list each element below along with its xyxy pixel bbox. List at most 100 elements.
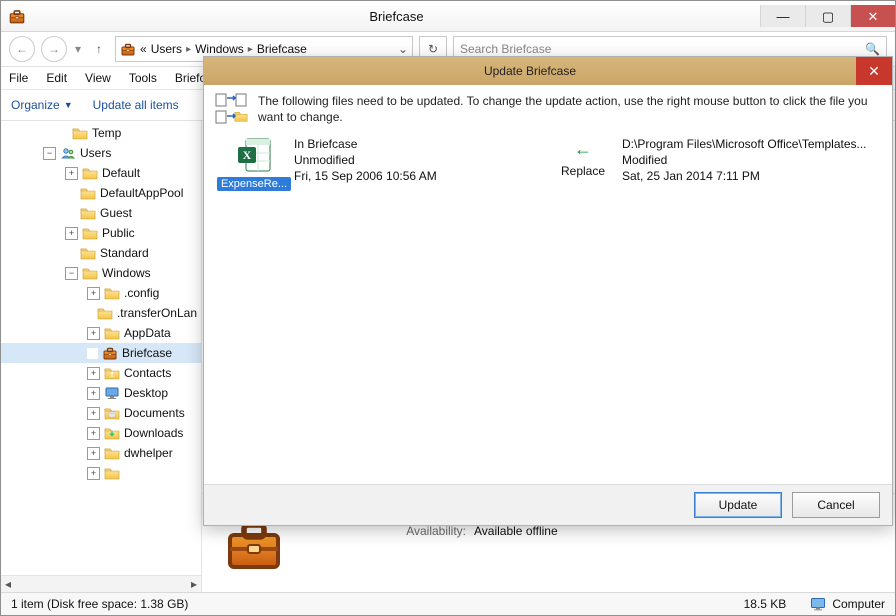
tree-item-standard[interactable]: Standard [1, 243, 201, 263]
scroll-left-icon[interactable]: ◂ [5, 577, 11, 591]
expand-placeholder [87, 308, 93, 319]
tree-item-label: .config [124, 286, 159, 300]
breadcrumb-item[interactable]: Windows▸ [195, 42, 253, 56]
organize-menu[interactable]: Organize▼ [11, 98, 73, 112]
tree-item-downloads[interactable]: + Downloads [1, 423, 201, 443]
cancel-button[interactable]: Cancel [792, 492, 880, 518]
tree-item-defaultapppool[interactable]: DefaultAppPool [1, 183, 201, 203]
folder-icon [82, 165, 98, 181]
expand-icon[interactable]: + [87, 327, 100, 340]
tree-item-documents[interactable]: + Documents [1, 403, 201, 423]
tree-item--transferonlan[interactable]: .transferOnLan [1, 303, 201, 323]
expand-icon[interactable]: + [87, 387, 100, 400]
briefcase-icon [102, 345, 118, 361]
status-location: Computer [810, 596, 885, 612]
minimize-button[interactable]: — [760, 5, 805, 27]
users-icon [60, 145, 76, 161]
expand-icon[interactable]: + [65, 167, 78, 180]
collapse-icon[interactable]: − [65, 267, 78, 280]
status-left: 1 item (Disk free space: 1.38 GB) [11, 597, 188, 611]
menu-file[interactable]: File [9, 71, 28, 85]
update-button[interactable]: Update [694, 492, 782, 518]
tree-item-label: Users [80, 146, 111, 160]
tree-item-label: Downloads [124, 426, 183, 440]
dialog-button-row: Update Cancel [204, 484, 892, 525]
original-copy-info: D:\Program Files\Microsoft Office\Templa… [622, 135, 882, 484]
close-button[interactable]: ✕ [850, 5, 895, 27]
replace-arrow-icon: ← [574, 139, 592, 160]
tree-item-temp[interactable]: Temp [1, 123, 201, 143]
nav-up-button[interactable]: ↑ [89, 42, 109, 56]
folder-icon [82, 225, 98, 241]
tree-item-label: Guest [100, 206, 132, 220]
tree-item-public[interactable]: + Public [1, 223, 201, 243]
maximize-button[interactable]: ▢ [805, 5, 850, 27]
expand-icon[interactable]: + [87, 407, 100, 420]
tree-item-desktop[interactable]: +Desktop [1, 383, 201, 403]
expand-icon[interactable]: + [87, 367, 100, 380]
breadcrumb-dropdown-icon[interactable]: ⌄ [398, 42, 408, 56]
tree-item-label: AppData [124, 326, 171, 340]
tree-item-default[interactable]: +Default [1, 163, 201, 183]
expand-icon[interactable]: + [87, 467, 100, 480]
tree-item-contacts[interactable]: + Contacts [1, 363, 201, 383]
breadcrumb-item[interactable]: Users▸ [151, 42, 191, 56]
expand-icon[interactable]: + [87, 287, 100, 300]
expand-placeholder [57, 128, 68, 139]
dialog-close-button[interactable]: ✕ [856, 57, 892, 85]
expand-placeholder [65, 248, 76, 259]
briefcase-copy-info: In Briefcase Unmodified Fri, 15 Sep 2006… [294, 135, 544, 484]
collapse-icon[interactable]: − [43, 147, 56, 160]
update-briefcase-dialog: Update Briefcase ✕ The following files n… [203, 56, 893, 526]
menu-edit[interactable]: Edit [46, 71, 67, 85]
details-availability-label: Availability: [396, 524, 466, 538]
excel-file-icon [234, 135, 274, 175]
expand-placeholder [87, 348, 98, 359]
scroll-right-icon[interactable]: ▸ [191, 577, 197, 591]
nav-history-dropdown[interactable]: ▾ [73, 42, 83, 56]
tree-item-label: Documents [124, 406, 185, 420]
dialog-titlebar: Update Briefcase ✕ [204, 57, 892, 85]
dl-icon [104, 425, 120, 441]
tree-item-label: Contacts [124, 366, 171, 380]
folder-icon [104, 285, 120, 301]
tree-item--config[interactable]: + .config [1, 283, 201, 303]
tree-item-users[interactable]: − Users [1, 143, 201, 163]
expand-icon[interactable]: + [87, 427, 100, 440]
breadcrumb-prefix: « [140, 42, 147, 56]
nav-back-button[interactable]: ← [9, 36, 35, 62]
tree-item-guest[interactable]: Guest [1, 203, 201, 223]
breadcrumb-item[interactable]: Briefcase [257, 42, 307, 56]
docs-icon [104, 405, 120, 421]
computer-icon [810, 596, 826, 612]
nav-forward-button[interactable]: → [41, 36, 67, 62]
menu-tools[interactable]: Tools [129, 71, 157, 85]
expand-icon[interactable]: + [87, 447, 100, 460]
window-title: Briefcase [33, 9, 760, 24]
tree-item-windows[interactable]: −Windows [1, 263, 201, 283]
expand-placeholder [65, 188, 76, 199]
action-label: Replace [561, 164, 605, 178]
tree-item-briefcase[interactable]: Briefcase [1, 343, 201, 363]
tree-item-dwhelper[interactable]: +dwhelper [1, 443, 201, 463]
update-action[interactable]: ← Replace [544, 135, 622, 484]
desktop-icon [104, 385, 120, 401]
folder-icon [80, 245, 96, 261]
tree-horizontal-scrollbar[interactable]: ◂ ▸ [1, 575, 201, 592]
tree-item-label: Standard [100, 246, 149, 260]
expand-icon[interactable]: + [65, 227, 78, 240]
menu-view[interactable]: View [85, 71, 111, 85]
status-size: 18.5 KB [744, 597, 787, 611]
folder-icon [104, 325, 120, 341]
folder-icon [97, 305, 113, 321]
tree-item-label: Public [102, 226, 135, 240]
folder-icon [72, 125, 88, 141]
tree-item-label: .transferOnLan [117, 306, 197, 320]
folder-icon [104, 465, 120, 481]
tree-item-blank[interactable]: + [1, 463, 201, 483]
folder-icon [80, 185, 96, 201]
update-all-button[interactable]: Update all items [93, 98, 179, 112]
folder-tree[interactable]: Temp − Users +DefaultDefaultAppPool Guest + Pu… [1, 121, 202, 592]
tree-item-appdata[interactable]: + AppData [1, 323, 201, 343]
file-item[interactable]: ExpenseRe... [214, 135, 294, 484]
